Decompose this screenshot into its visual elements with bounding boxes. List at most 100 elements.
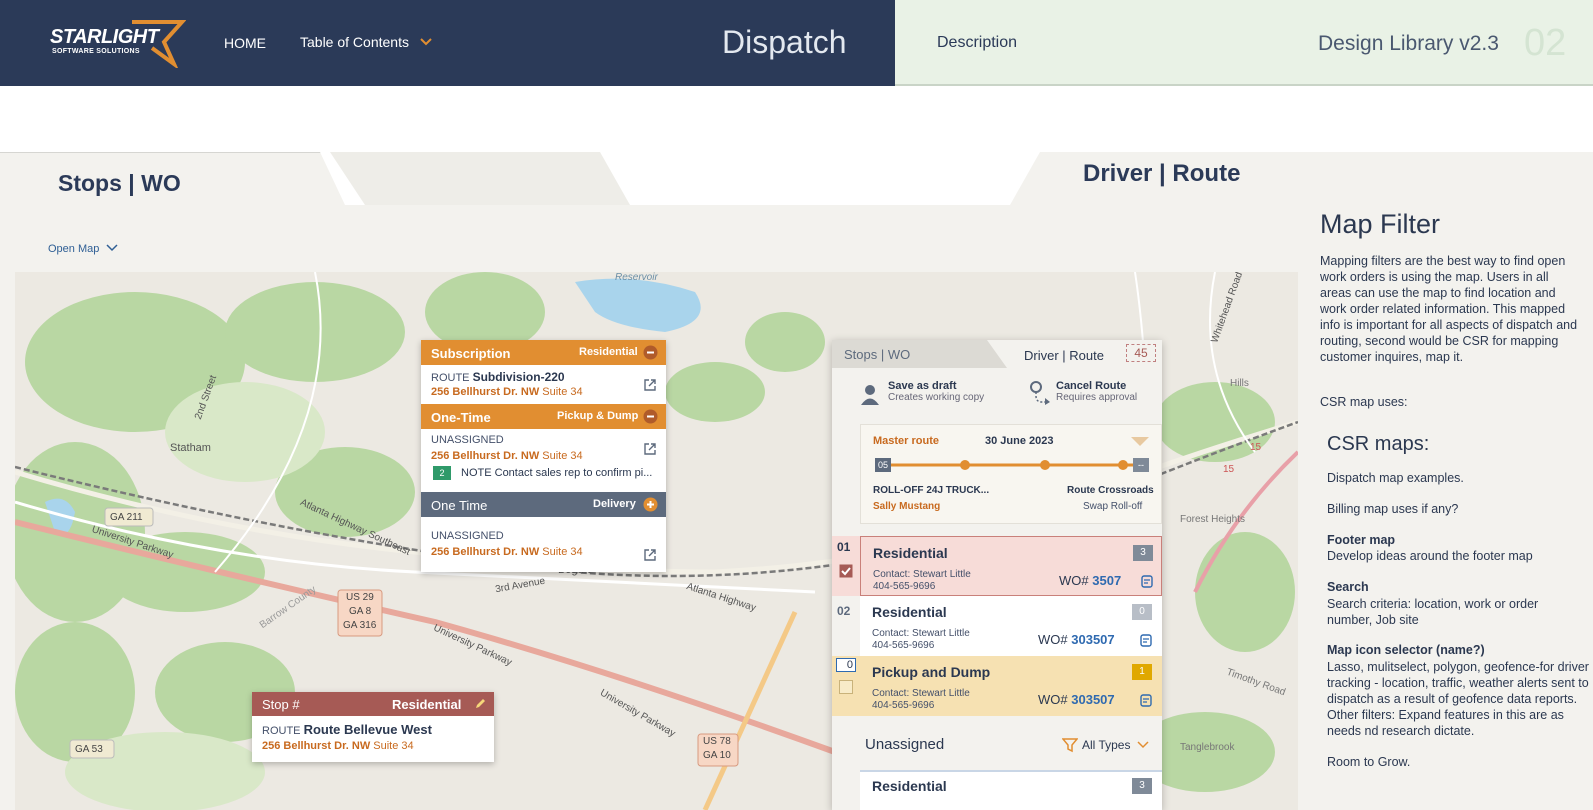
map-label: GA 53 [75, 744, 103, 755]
footer-heading: Footer map [1327, 533, 1396, 547]
map-label: Forest Heights [1180, 514, 1246, 525]
address: 256 Bellhurst Dr. NW Suite 34 [431, 386, 583, 398]
user-icon [861, 385, 879, 405]
description-link[interactable]: Description [937, 34, 1017, 52]
open-map-toggle[interactable]: Open Map [48, 243, 118, 255]
map-filter-sidebar: Map Filter Mapping filters are the best … [1298, 205, 1593, 810]
note-label: NOTE [461, 467, 492, 479]
route-count-badge: 45 [1126, 344, 1156, 362]
route-tab-stops[interactable]: Stops | WO [832, 340, 1007, 368]
save-draft-button[interactable]: Save as draft Creates working copy [888, 380, 984, 403]
route-end: -- [1138, 460, 1144, 470]
stop-number: 01 [837, 540, 851, 554]
stop-popup[interactable]: Stop # Residential ROUTE Route Bellevue … [252, 692, 494, 762]
icon-selector-text: Lasso, mulitselect, polygon, geofence-fo… [1327, 660, 1589, 738]
route-tab-driver-label[interactable]: Driver | Route [1024, 348, 1104, 363]
external-link-icon[interactable] [643, 442, 657, 456]
triangle-down-icon[interactable] [1131, 437, 1149, 447]
one-time-title: One-Time [431, 410, 491, 425]
footer-text: Develop ideas around the footer map [1327, 549, 1533, 563]
map-label: GA 211 [110, 512, 143, 523]
nav-table-of-contents[interactable]: Table of Contents [300, 34, 433, 50]
truck-name: ROLL-OFF 24J TRUCK... [873, 485, 990, 496]
route-date: 30 June 2023 [985, 435, 1054, 447]
address-street: 256 Bellhurst Dr. NW [431, 546, 540, 558]
stop-count-badge: 1 [1132, 664, 1152, 680]
sidebar-intro: Mapping filters are the best way to find… [1320, 254, 1578, 364]
filter-icon[interactable] [1062, 737, 1078, 753]
work-order[interactable]: WO# 303507 [1038, 632, 1115, 647]
subscription-header: Subscription Residential [421, 340, 666, 365]
route-line: ROUTE Route Bellevue West [262, 722, 432, 737]
one-time-header: One-Time Pickup & Dump [421, 404, 666, 429]
subscription-title: Subscription [431, 346, 511, 361]
room-to-grow: Room to Grow. [1327, 755, 1411, 769]
status-label: UNASSIGNED [431, 434, 504, 446]
checkbox-checked-icon[interactable] [839, 564, 853, 578]
logo-text: STARLIGHT [50, 26, 159, 48]
address-suite: Suite 34 [542, 450, 583, 462]
delivery-header: One Time Delivery [421, 492, 666, 517]
wo-label: WO# [1038, 692, 1068, 707]
map-label: GA 8 [349, 606, 372, 617]
icon-selector-heading: Map icon selector (name?) [1327, 643, 1485, 657]
page-title: Dispatch [722, 24, 847, 60]
cancel-route-sub: Requires approval [1056, 392, 1138, 403]
unassigned-card[interactable]: Residential 3 [860, 770, 1162, 810]
external-link-icon[interactable] [643, 378, 657, 392]
document-icon[interactable] [1140, 694, 1152, 707]
nav-home[interactable]: HOME [224, 35, 266, 51]
stop-title: Pickup and Dump [872, 664, 991, 680]
swap-rolloff[interactable]: Swap Roll-off [1083, 501, 1142, 512]
stop-card[interactable]: Residential Contact: Stewart Little 404-… [860, 536, 1162, 596]
pencil-icon[interactable] [474, 697, 487, 710]
subscription-tag: Residential [579, 346, 638, 358]
stop-contact: Contact: Stewart Little [873, 569, 971, 580]
document-icon[interactable] [1140, 634, 1152, 647]
address-street: 256 Bellhurst Dr. NW [431, 386, 540, 398]
stop-card[interactable]: Pickup and Dump Contact: Stewart Little … [860, 656, 1162, 716]
plus-circle-icon[interactable] [643, 497, 658, 512]
cancel-route-label: Cancel Route [1056, 380, 1127, 392]
billing-uses: Billing map uses if any? [1327, 502, 1459, 516]
stop-card[interactable]: Residential Contact: Stewart Little 404-… [860, 596, 1162, 656]
cancel-route-button[interactable]: Cancel Route Requires approval [1056, 380, 1137, 403]
work-order[interactable]: WO# 3507 [1059, 573, 1121, 588]
master-route-label: Master route [873, 435, 940, 447]
all-types-label: All Types [1082, 738, 1131, 752]
work-order[interactable]: WO# 303507 [1038, 692, 1115, 707]
csr-maps-heading: CSR maps: [1327, 433, 1430, 455]
map-popup-group[interactable]: Subscription Residential ROUTE Subdivisi… [421, 340, 666, 572]
dispatch-examples: Dispatch map examples. [1327, 471, 1464, 485]
route-pin-icon [1030, 381, 1050, 405]
route-end-badge: -- [1133, 458, 1149, 472]
route-name: Subdivision-220 [472, 370, 565, 384]
stop-contact: Contact: Stewart Little [872, 688, 970, 699]
map-label: Hills [1230, 378, 1249, 389]
stop-checkbox[interactable] [839, 680, 853, 694]
map-label: Tanglebrook [1180, 742, 1235, 753]
delivery-title: One Time [431, 498, 488, 513]
map-label: 15 [1223, 464, 1235, 475]
wo-number: 303507 [1071, 692, 1115, 707]
master-route-card[interactable]: Master route 30 June 2023 05 -- ROLL-OFF… [860, 424, 1162, 524]
note-count: 2 [439, 468, 445, 478]
all-types-select[interactable]: All Types [1082, 738, 1149, 752]
minus-circle-icon[interactable] [643, 345, 658, 360]
stop-contact: Contact: Stewart Little [872, 628, 970, 639]
unassigned-card-title: Residential [872, 778, 947, 794]
address-suite: Suite 34 [542, 546, 583, 558]
map-label: US 29 [346, 592, 374, 603]
minus-circle-icon[interactable] [643, 409, 658, 424]
logo[interactable]: STARLIGHT SOFTWARE SOLUTIONS [50, 20, 190, 68]
document-icon[interactable] [1141, 575, 1153, 588]
address-suite: Suite 34 [373, 740, 414, 752]
stop-count-badge: 3 [1132, 778, 1152, 794]
route-count: 45 [1134, 346, 1148, 360]
wo-label: WO# [1059, 573, 1089, 588]
unassigned-title: Unassigned [865, 736, 945, 753]
stop-count-badge: 0 [1132, 604, 1152, 620]
chevron-down-icon [1137, 741, 1149, 749]
route-start-badge: 05 [875, 458, 891, 472]
external-link-icon[interactable] [643, 548, 657, 562]
